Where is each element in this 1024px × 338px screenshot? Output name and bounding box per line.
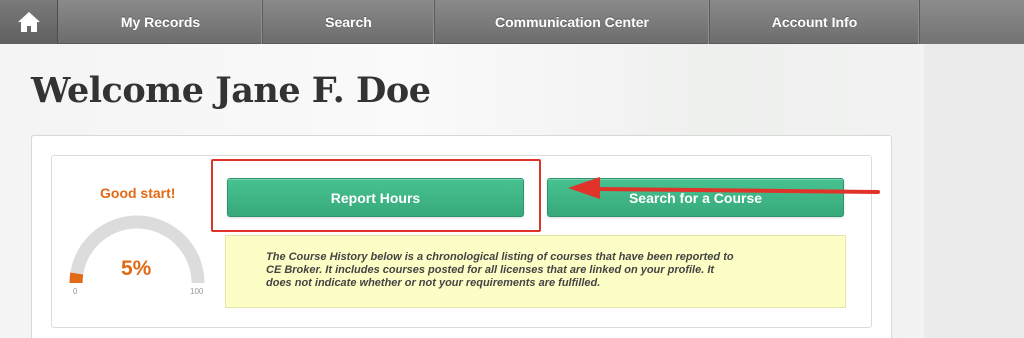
gauge-fill (69, 272, 84, 284)
page-title: Welcome Jane F. Doe (31, 70, 431, 111)
nav-account-info[interactable]: Account Info (710, 0, 920, 44)
home-button[interactable] (0, 0, 58, 44)
nav-my-records[interactable]: My Records (59, 0, 263, 44)
home-icon (17, 12, 40, 32)
notice-line: CE Broker. It includes courses posted fo… (266, 264, 715, 276)
annotation-arrow-icon (568, 177, 880, 199)
notice-line: does not indicate whether or not your re… (266, 277, 601, 289)
page-gutter (924, 44, 1024, 338)
gauge-max-label: 100 (190, 287, 204, 296)
top-navigation: My Records Search Communication Center A… (0, 0, 1024, 44)
course-history-notice: The Course History below is a chronologi… (225, 235, 846, 308)
gauge-min-label: 0 (73, 287, 78, 296)
progress-status: Good start! (100, 185, 176, 201)
annotation-highlight (211, 159, 541, 232)
progress-percent: 5% (121, 257, 152, 280)
nav-spacer (920, 0, 1024, 44)
nav-communication-center[interactable]: Communication Center (435, 0, 710, 44)
notice-line: The Course History below is a chronologi… (266, 251, 734, 263)
nav-search[interactable]: Search (263, 0, 435, 44)
